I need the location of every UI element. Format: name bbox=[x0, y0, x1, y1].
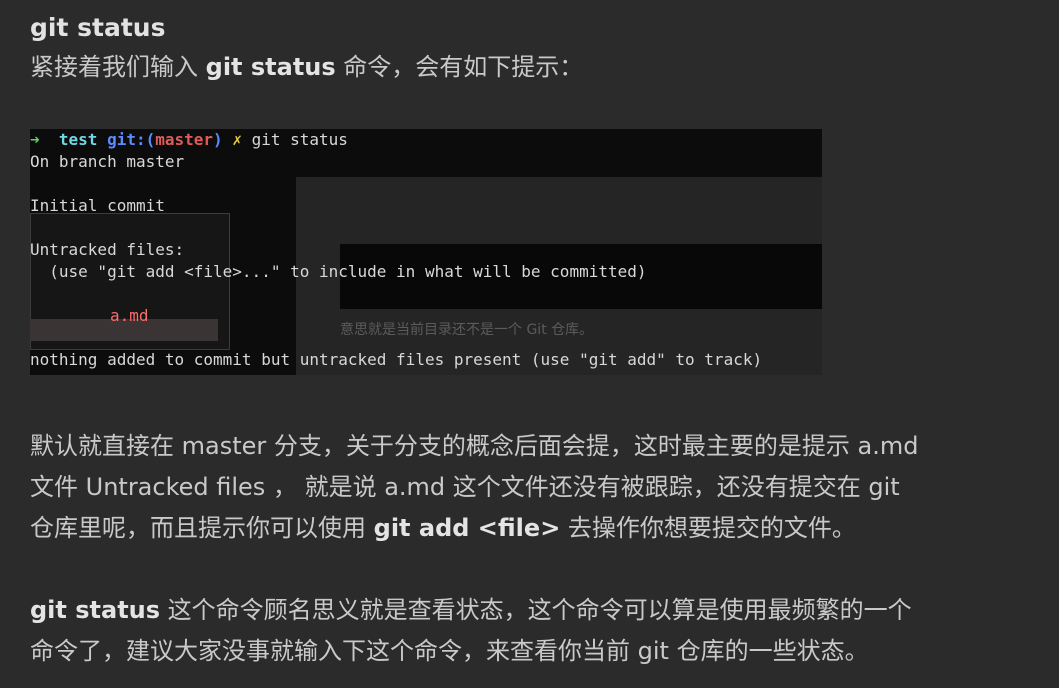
explanation: 默认就直接在 master 分支，关于分支的概念后面会提，这时最主要的是提示 a… bbox=[30, 426, 1030, 672]
para2-line1-post: 这个命令顾名思义就是查看状态，这个命令可以算是使用最频繁的一个 bbox=[160, 596, 912, 624]
article: git status 紧接着我们输入 git status 命令，会有如下提示： bbox=[30, 0, 1030, 88]
terminal-line: On branch master bbox=[30, 152, 185, 171]
prompt-close: ) bbox=[213, 130, 223, 149]
para2-line1: git status 这个命令顾名思义就是查看状态，这个命令可以算是使用最频繁的… bbox=[30, 590, 1030, 631]
background-note: 意思就是当前目录还不是一个 Git 仓库。 bbox=[340, 322, 594, 338]
terminal-line: Untracked files: bbox=[30, 240, 185, 259]
section-heading: git status bbox=[30, 13, 166, 42]
intro-post: 命令，会有如下提示： bbox=[335, 53, 584, 81]
terminal-untracked-file: a.md bbox=[110, 306, 149, 325]
prompt-dirty-icon: ✗ bbox=[232, 130, 242, 149]
terminal-screenshot: 意思就是当前目录还不是一个 Git 仓库。 ➜ test git:(master… bbox=[30, 129, 822, 375]
intro-pre: 紧接着我们输入 bbox=[30, 53, 206, 81]
prompt-dir: test bbox=[58, 130, 98, 149]
terminal-prompt-line: ➜ test git:(master) ✗ git status bbox=[30, 129, 348, 151]
para1-line3-pre: 仓库里呢，而且提示你可以使用 bbox=[30, 514, 374, 542]
terminal-line: nothing added to commit but untracked fi… bbox=[30, 350, 763, 369]
intro-paragraph: 紧接着我们输入 git status 命令，会有如下提示： bbox=[30, 47, 1030, 88]
intro-command: git status bbox=[205, 53, 336, 81]
para2-line2: 命令了，建议大家没事就输入下这个命令，来查看你当前 git 仓库的一些状态。 bbox=[30, 637, 869, 665]
para1-line3: 仓库里呢，而且提示你可以使用 git add <file> 去操作你想要提交的文… bbox=[30, 508, 1030, 549]
terminal-line: Initial commit bbox=[30, 196, 165, 215]
prompt-command: git status bbox=[251, 130, 348, 149]
para1-line1: 默认就直接在 master 分支，关于分支的概念后面会提，这时最主要的是提示 a… bbox=[30, 432, 919, 460]
para1-command: git add <file> bbox=[373, 514, 561, 542]
para1-line2: 文件 Untracked files ， 就是说 a.md 这个文件还没有被跟踪… bbox=[30, 473, 900, 501]
prompt-branch: master bbox=[155, 130, 214, 149]
prompt-arrow-icon: ➜ bbox=[30, 130, 40, 149]
terminal-line: (use "git add <file>..." to include in w… bbox=[30, 262, 647, 281]
prompt-git: git:( bbox=[107, 130, 156, 149]
para1-line3-post: 去操作你想要提交的文件。 bbox=[560, 514, 856, 542]
para2-command: git status bbox=[30, 596, 161, 624]
